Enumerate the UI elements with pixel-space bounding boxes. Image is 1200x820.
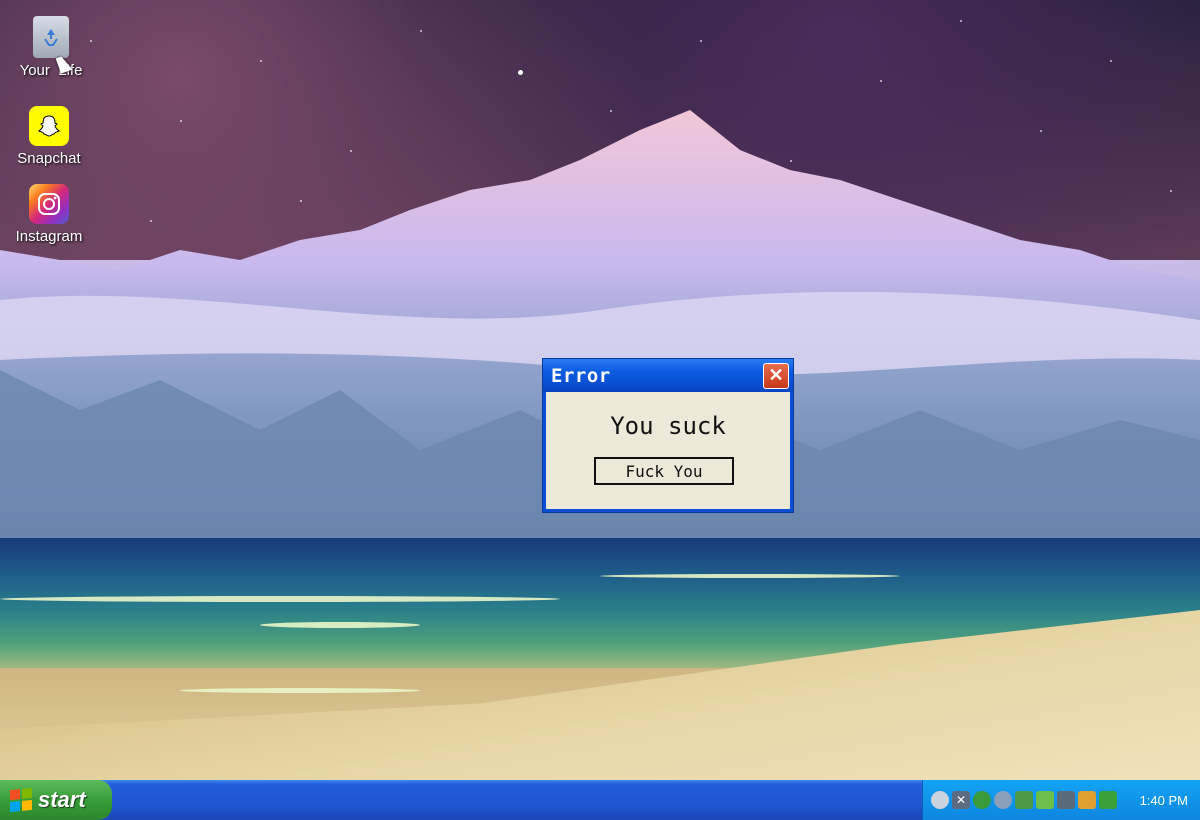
start-button[interactable]: start: [0, 780, 112, 820]
desktop-icon-label: Your Life: [19, 62, 83, 79]
display-icon[interactable]: [1015, 791, 1033, 809]
close-icon: ✕: [768, 365, 784, 385]
desktop-icon-label: Snapchat: [17, 150, 81, 167]
windows-logo-icon: [10, 787, 32, 813]
security-icon[interactable]: [973, 791, 991, 809]
volume-icon[interactable]: [994, 791, 1012, 809]
network-icon[interactable]: [931, 791, 949, 809]
dialog-confirm-button[interactable]: Fuck You: [594, 457, 734, 485]
desktop-icon-label: Instagram: [15, 228, 83, 245]
recycle-bin-icon: [33, 16, 69, 58]
desktop-icon-your-life[interactable]: Your Life: [6, 16, 96, 79]
start-label: start: [38, 787, 86, 812]
update-icon[interactable]: [1036, 791, 1054, 809]
monitor-icon[interactable]: [1057, 791, 1075, 809]
taskbar: start ✕ 1:40 PM: [0, 780, 1200, 820]
power-icon[interactable]: [1099, 791, 1117, 809]
desktop-icon-instagram[interactable]: Instagram: [4, 184, 94, 245]
dialog-title: Error: [551, 364, 611, 387]
close-button[interactable]: ✕: [763, 362, 789, 389]
system-tray: ✕ 1:40 PM: [922, 780, 1200, 820]
pen-icon[interactable]: [1078, 791, 1096, 809]
dialog-message: You suck: [610, 412, 726, 440]
alert-icon[interactable]: ✕: [952, 791, 970, 809]
instagram-icon: [29, 184, 69, 224]
dialog-titlebar[interactable]: Error ✕: [543, 359, 793, 392]
snapchat-icon: [29, 106, 69, 146]
desktop-icon-snapchat[interactable]: Snapchat: [4, 106, 94, 167]
clock[interactable]: 1:40 PM: [1140, 793, 1188, 808]
error-dialog: Error ✕ You suck Fuck You: [543, 359, 793, 512]
dialog-body: You suck Fuck You: [546, 392, 790, 509]
